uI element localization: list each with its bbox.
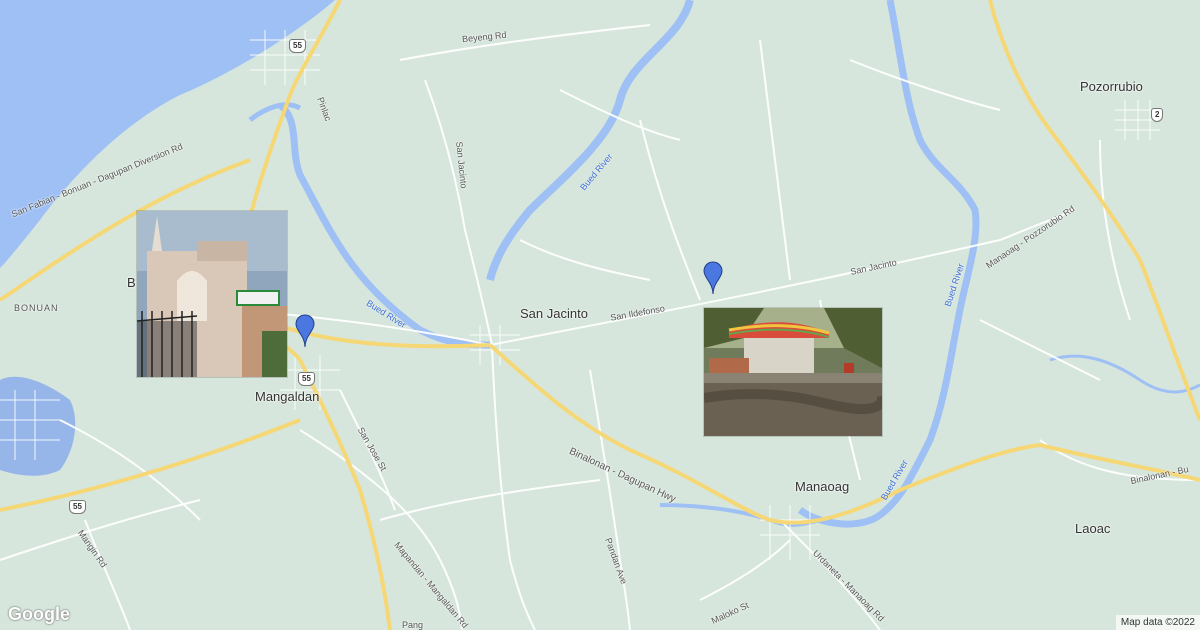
label-san-jacinto: San Jacinto [520,306,588,321]
river-bued-north [486,0,694,282]
label-manaoag: Manaoag [795,479,850,494]
photo-mangaldan-church[interactable] [136,210,288,378]
lagoon [0,376,76,476]
map-attribution[interactable]: Map data ©2022 [1115,615,1200,630]
church-photo-image [137,211,287,377]
map-canvas[interactable]: Pozorrubio San Jacinto Mangaldan Manaoag… [0,0,1200,630]
map-marker-mangaldan[interactable] [295,314,315,348]
photo-san-jacinto[interactable] [703,307,883,437]
label-mangaldan: Mangaldan [255,389,320,404]
park-photo-image [704,308,882,436]
label-bonuan: BONUAN [14,303,59,313]
route-55-shield-mangaldan: 55 [298,372,315,386]
label-pozorrubio: Pozorrubio [1080,79,1143,94]
route-55-shield-west: 55 [69,500,86,514]
route-55-shield-north: 55 [289,39,306,53]
google-logo[interactable]: Google [8,604,70,625]
label-b: B [127,275,136,290]
map-marker-san-jacinto[interactable] [703,261,723,295]
label-pang: Pang [402,620,424,630]
label-laoac: Laoac [1075,521,1111,536]
